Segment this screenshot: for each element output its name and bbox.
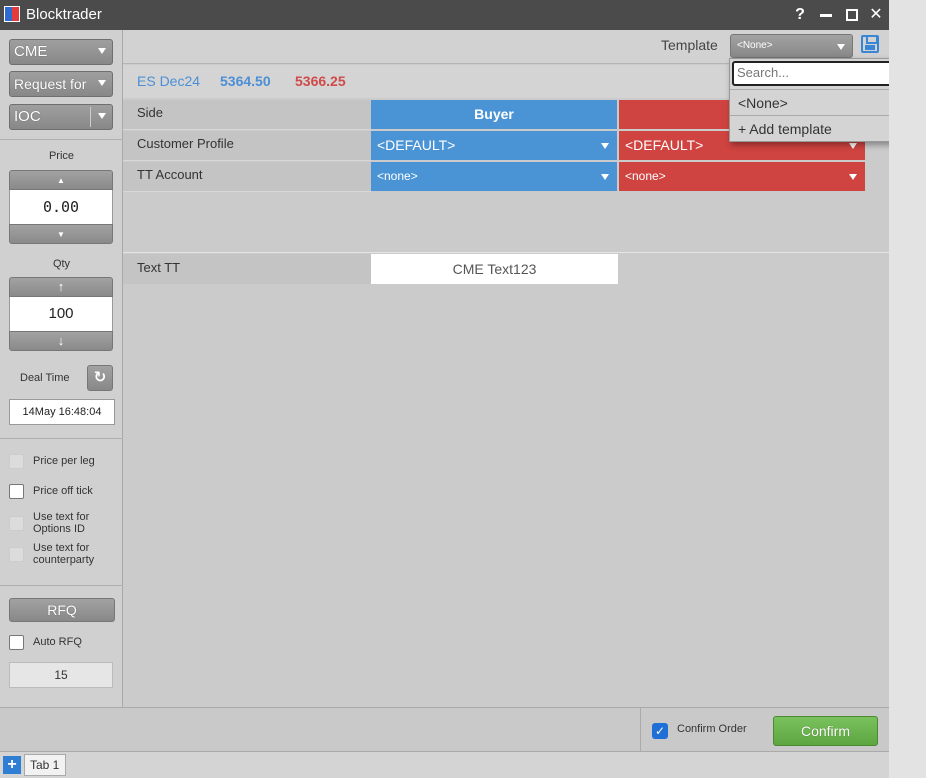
add-tab-button[interactable]: + <box>3 756 21 774</box>
section-divider <box>123 252 889 253</box>
chevron-down-icon <box>98 80 106 86</box>
tt-account-row: TT Account <none> <none> <box>123 162 889 192</box>
arrow-down-icon: ▼ <box>57 230 65 239</box>
confirm-order-label: Confirm Order <box>677 723 747 735</box>
seller-tt-account-value: <none> <box>625 169 666 183</box>
save-template-icon[interactable] <box>861 35 879 53</box>
buyer-customer-profile-value: <DEFAULT> <box>377 137 456 153</box>
text-options-id-checkbox[interactable]: Use text for Options ID <box>9 511 119 540</box>
template-label: Template <box>661 37 718 53</box>
text-options-id-label: Use text for Options ID <box>33 511 90 535</box>
time-in-force-dropdown[interactable]: IOC <box>9 104 113 130</box>
price-stepper: ▲ 0.00 ▼ <box>9 170 113 244</box>
title-bar[interactable]: Blocktrader ? ✕ <box>0 0 889 30</box>
arrow-up-icon: ▲ <box>57 176 65 185</box>
side-label: Side <box>123 100 371 130</box>
checkbox-icon <box>9 516 24 531</box>
request-type-dropdown[interactable]: Request for <box>9 71 113 97</box>
app-logo-icon <box>4 6 20 22</box>
sidebar-divider <box>0 585 123 586</box>
price-decrement-button[interactable]: ▼ <box>9 224 113 244</box>
price-off-tick-checkbox[interactable]: Price off tick <box>9 484 119 500</box>
buyer-tt-account-value: <none> <box>377 169 418 183</box>
auto-rfq-checkbox[interactable]: Auto RFQ <box>9 635 119 651</box>
buyer-header: Buyer <box>371 100 617 129</box>
checkbox-icon <box>9 547 24 562</box>
text-counterparty-checkbox[interactable]: Use text for counterparty <box>9 542 119 571</box>
checkbox-icon <box>9 635 24 650</box>
maximize-icon <box>846 9 858 21</box>
deal-time-input[interactable]: 14May 16:48:04 <box>9 399 115 425</box>
window-title: Blocktrader <box>26 6 102 23</box>
chevron-down-icon <box>601 143 609 149</box>
buyer-tt-account-dropdown[interactable]: <none> <box>371 162 617 191</box>
deal-time-label: Deal Time <box>20 372 70 384</box>
chevron-down-icon <box>98 48 106 54</box>
buyer-customer-profile-dropdown[interactable]: <DEFAULT> <box>371 131 617 160</box>
customer-profile-label: Customer Profile <box>123 131 371 161</box>
request-type-value: Request for <box>14 76 87 92</box>
exchange-value: CME <box>14 43 48 60</box>
minimize-button[interactable] <box>816 4 836 26</box>
tab-1[interactable]: Tab 1 <box>24 754 66 776</box>
seller-tt-account-dropdown[interactable]: <none> <box>619 162 865 191</box>
text-tt-input[interactable]: CME Text123 <box>371 254 618 284</box>
arrow-up-icon: ↑ <box>57 279 65 294</box>
help-button[interactable]: ? <box>790 4 810 26</box>
qty-stepper: ↑ 100 ↓ <box>9 277 113 351</box>
checkbox-icon <box>9 484 24 499</box>
price-increment-button[interactable]: ▲ <box>9 170 113 190</box>
template-dropdown[interactable]: <None> <box>730 34 853 58</box>
sidebar: CME Request for IOC Price ▲ 0.00 ▼ Qty ↑… <box>0 30 123 707</box>
footer-bar: ✓ Confirm Order Confirm <box>0 707 889 752</box>
instrument-name[interactable]: ES Dec24 <box>137 73 200 89</box>
chevron-down-icon <box>849 143 857 149</box>
refresh-icon: ↻ <box>93 369 107 386</box>
rfq-button[interactable]: RFQ <box>9 598 115 622</box>
exchange-dropdown[interactable]: CME <box>9 39 113 65</box>
rfq-interval-input[interactable]: 15 <box>9 662 113 688</box>
chevron-down-icon <box>849 174 857 180</box>
price-per-leg-label: Price per leg <box>33 455 95 467</box>
checkmark-icon: ✓ <box>654 724 666 738</box>
sidebar-divider <box>0 139 123 140</box>
qty-input[interactable]: 100 <box>9 297 113 331</box>
price-per-leg-checkbox[interactable]: Price per leg <box>9 454 119 470</box>
chevron-down-icon <box>601 174 609 180</box>
text-counterparty-label: Use text for counterparty <box>33 542 95 566</box>
reset-deal-time-button[interactable]: ↻ <box>87 365 113 391</box>
confirm-order-checkbox[interactable]: ✓ <box>652 723 668 739</box>
auto-rfq-label: Auto RFQ <box>33 636 82 648</box>
checkbox-icon <box>9 454 24 469</box>
instrument-ask: 5366.25 <box>295 73 346 89</box>
tt-account-label: TT Account <box>123 162 371 192</box>
qty-increment-button[interactable]: ↑ <box>9 277 113 297</box>
chevron-down-icon <box>98 113 106 119</box>
price-off-tick-label: Price off tick <box>33 485 93 497</box>
close-button[interactable]: ✕ <box>866 4 886 26</box>
time-in-force-value: IOC <box>14 108 41 125</box>
sidebar-divider <box>0 438 123 439</box>
chevron-down-icon <box>837 44 845 50</box>
price-label: Price <box>48 150 75 162</box>
minimize-icon <box>820 14 832 17</box>
blocktrader-window: Blocktrader ? ✕ CME Request for IOC Pric… <box>0 0 918 778</box>
footer-divider <box>640 708 641 752</box>
text-tt-label: Text TT <box>123 254 371 284</box>
price-input[interactable]: 0.00 <box>9 190 113 224</box>
seller-customer-profile-value: <DEFAULT> <box>625 137 704 153</box>
desktop-background <box>889 0 926 778</box>
dropdown-divider <box>90 107 91 127</box>
tab-bar: + Tab 1 <box>0 751 889 778</box>
arrow-down-icon: ↓ <box>57 333 65 348</box>
plus-icon: + <box>7 756 17 773</box>
instrument-bid: 5364.50 <box>220 73 271 89</box>
confirm-button[interactable]: Confirm <box>773 716 878 746</box>
template-selected-value: <None> <box>737 40 773 51</box>
qty-decrement-button[interactable]: ↓ <box>9 331 113 351</box>
qty-label: Qty <box>52 258 71 270</box>
maximize-button[interactable] <box>842 4 862 26</box>
